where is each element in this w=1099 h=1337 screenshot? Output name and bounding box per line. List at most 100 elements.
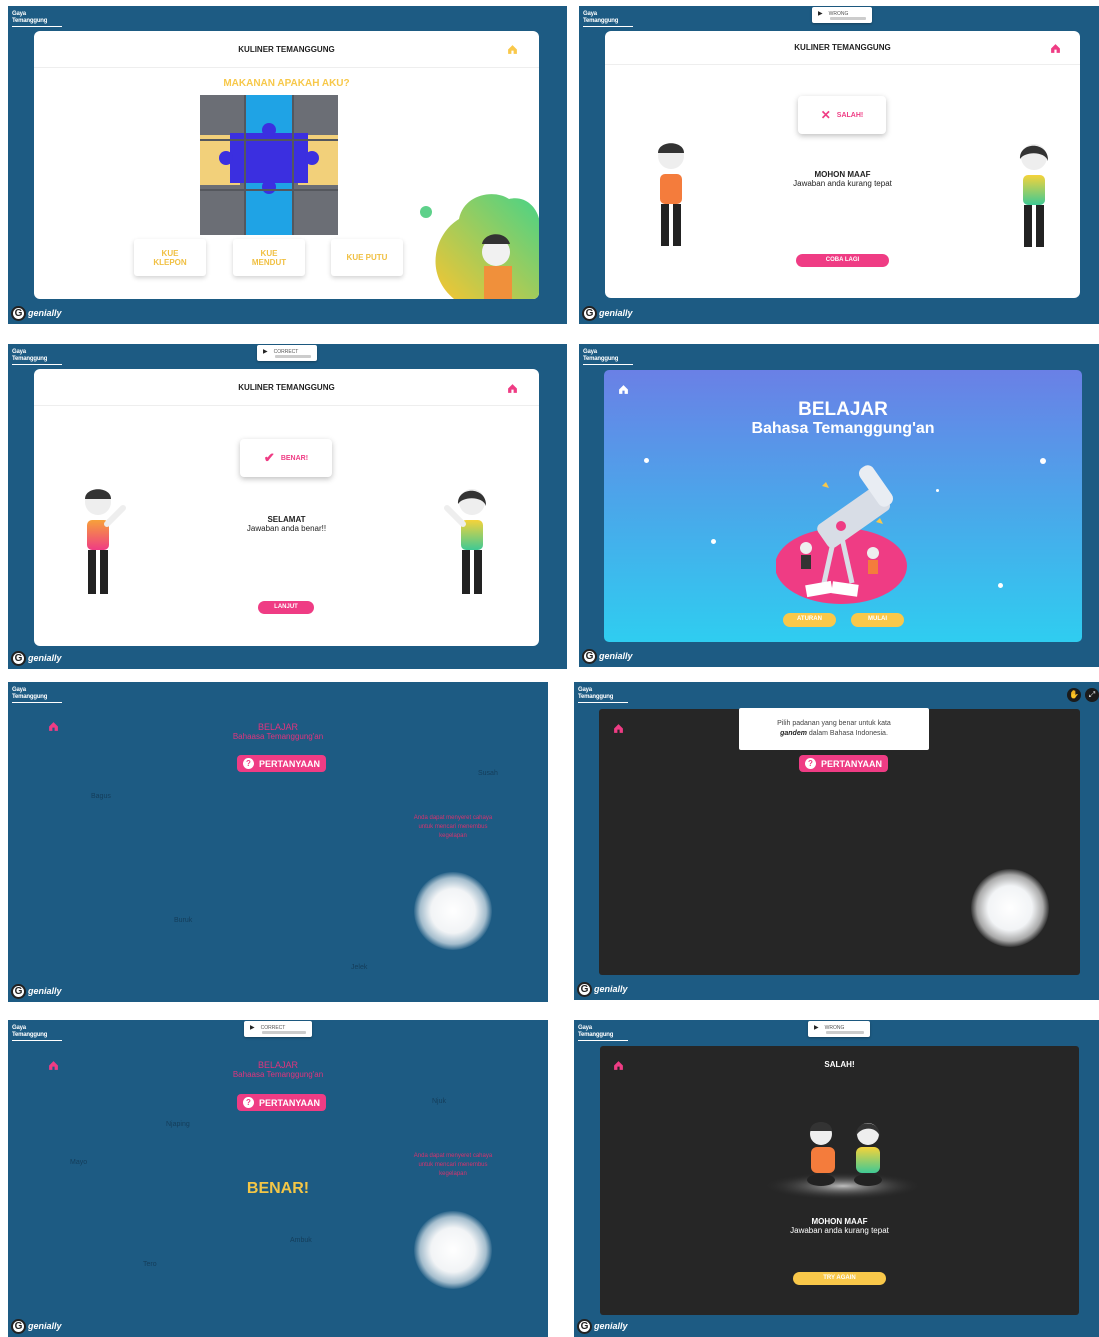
draggable-light[interactable] <box>414 872 492 950</box>
audio-player[interactable]: ▶ WRONG <box>808 1021 870 1037</box>
answer-button-mendut[interactable]: KUE MENDUT <box>233 239 305 276</box>
app-logo: Gaya Temanggung <box>583 349 635 369</box>
try-again-button[interactable]: TRY AGAIN <box>793 1272 886 1285</box>
panel-wrong-dark: Gaya Temanggung ▶ WRONG SALAH! MOHON MAAF J… <box>574 1020 1099 1337</box>
genially-badge[interactable]: Ggenially <box>577 1319 628 1334</box>
hidden-word[interactable]: Bagus <box>91 793 111 800</box>
title-card: BELAJAR Bahasa Temanggung'an ATURAN MULA… <box>604 370 1082 642</box>
panel-title-screen: Gaya Temanggung BELAJAR Bahasa Temanggung… <box>579 344 1099 667</box>
question-icon: ? <box>243 758 254 769</box>
genially-badge[interactable]: Ggenially <box>11 984 62 999</box>
home-icon[interactable] <box>613 721 624 733</box>
app-logo: Gaya Temanggung <box>12 687 64 707</box>
play-icon[interactable]: ▶ <box>263 349 268 355</box>
feedback-card: KULINER TEMANGGUNG ✔ BENAR! SELAMAT Jawaba… <box>34 369 539 646</box>
question-button[interactable]: ? PERTANYAAN <box>237 755 327 772</box>
hidden-word[interactable]: Susah <box>478 770 498 777</box>
app-logo: Gaya Temanggung <box>578 1025 630 1045</box>
telescope-illustration <box>776 465 907 604</box>
result-title: SALAH! <box>824 1060 855 1069</box>
page-title: KULINER TEMANGGUNG <box>605 31 1080 65</box>
home-icon[interactable] <box>507 381 518 393</box>
boy-character <box>658 143 684 246</box>
panel-quiz-question: Gaya Temanggung KULINER TEMANGGUNG MAKANA… <box>8 6 567 324</box>
result-correct: BENAR! <box>246 1180 310 1197</box>
app-logo: Gaya Temanggung <box>12 1025 64 1045</box>
x-icon: ✕ <box>820 108 831 122</box>
girl-character-waving <box>444 489 487 594</box>
genially-badge[interactable]: Ggenially <box>582 306 633 321</box>
wrong-feedback-box: ✕ SALAH! <box>798 96 886 134</box>
hidden-word[interactable]: Mayo <box>70 1159 87 1166</box>
hidden-word[interactable]: Njaping <box>166 1121 190 1128</box>
continue-button[interactable]: LANJUT <box>258 601 314 614</box>
correct-feedback-box: ✔ BENAR! <box>240 439 332 477</box>
star-dot <box>936 489 939 492</box>
drag-hint: Anda dapat menyeret cahaya untuk mencari… <box>413 1153 493 1177</box>
play-icon[interactable]: ▶ <box>818 11 823 17</box>
feedback-text: SELAMAT Jawaban anda benar!! <box>246 515 327 533</box>
star-dot <box>711 539 716 544</box>
audio-player[interactable]: ▶ CORRECT <box>257 345 317 361</box>
feedback-card: KULINER TEMANGGUNG ✕ SALAH! MOHON MAAF Jaw… <box>605 31 1080 298</box>
home-icon[interactable] <box>1050 41 1061 53</box>
genially-badge[interactable]: Ggenially <box>577 982 628 997</box>
hidden-word[interactable]: Ambuk <box>290 1237 312 1244</box>
genially-badge[interactable]: Ggenially <box>11 1319 62 1334</box>
section-title: BELAJAR Bahaasa Temanggung'an <box>232 722 324 741</box>
genially-badge[interactable]: Ggenially <box>11 651 62 666</box>
rules-button[interactable]: ATURAN <box>783 613 836 627</box>
main-title: BELAJAR Bahasa Temanggung'an <box>751 399 935 438</box>
app-logo: Gaya Temanggung <box>12 349 64 369</box>
question-button[interactable]: ? PERTANYAAN <box>237 1094 327 1111</box>
star-dot <box>1040 458 1046 464</box>
panel-correct-answer: Gaya Temanggung ▶ CORRECT KULINER TEMANGGU… <box>8 344 567 669</box>
hidden-word[interactable]: Jelek <box>351 964 367 971</box>
feedback-text: MOHON MAAF Jawaban anda kurang tepat <box>790 1217 889 1235</box>
play-icon[interactable]: ▶ <box>250 1025 255 1031</box>
sad-characters-illustration <box>763 1122 923 1200</box>
home-icon[interactable] <box>618 382 629 394</box>
hidden-word[interactable]: Njuk <box>432 1098 446 1105</box>
section-title: BELAJAR Bahaasa Temanggung'an <box>232 1060 324 1079</box>
check-icon: ✔ <box>263 450 275 465</box>
page-title: KULINER TEMANGGUNG <box>34 31 539 68</box>
panel-question-tooltip: Gaya Temanggung ✋ ⤢ ? PERTANYAAN Pilih pad… <box>574 682 1099 1000</box>
puzzle-image <box>200 95 338 235</box>
fullscreen-icon[interactable]: ⤢ <box>1085 688 1099 702</box>
hidden-word[interactable]: Tero <box>143 1261 157 1268</box>
star-dot <box>644 458 649 463</box>
start-button[interactable]: MULAI <box>851 613 904 627</box>
drag-hint: Anda dapat menyeret cahaya untuk mencari… <box>413 815 493 839</box>
quiz-card: KULINER TEMANGGUNG MAKANAN APAKAH AKU? K… <box>34 31 539 299</box>
answer-button-putu[interactable]: KUE PUTU <box>331 239 403 276</box>
draggable-light[interactable] <box>971 869 1049 947</box>
draggable-light[interactable] <box>414 1211 492 1289</box>
dark-stage: SALAH! MOHON MAAF Jawaban anda kurang tep… <box>600 1046 1079 1315</box>
question-icon: ? <box>805 758 816 769</box>
girl-character <box>1019 144 1049 247</box>
play-icon[interactable]: ▶ <box>814 1025 819 1031</box>
app-logo: Gaya Temanggung <box>12 11 64 31</box>
audio-player[interactable]: ▶ CORRECT <box>244 1021 312 1037</box>
audio-player[interactable]: ▶ WRONG <box>812 7 872 23</box>
question-heading: MAKANAN APAKAH AKU? <box>223 78 350 89</box>
home-icon[interactable] <box>48 1058 59 1070</box>
app-logo: Gaya Temanggung <box>578 687 630 707</box>
page-title: KULINER TEMANGGUNG <box>34 369 539 406</box>
panel-correct-search: Gaya Temanggung ▶ CORRECT BELAJAR Bahaasa T… <box>8 1020 548 1337</box>
app-logo: Gaya Temanggung <box>583 11 635 31</box>
hand-icon[interactable]: ✋ <box>1067 688 1081 702</box>
question-tooltip: Pilih padanan yang benar untuk kata gand… <box>739 708 929 750</box>
home-icon[interactable] <box>48 719 59 731</box>
answer-button-klepon[interactable]: KUE KLEPON <box>134 239 206 276</box>
hidden-word[interactable]: Buruk <box>174 917 192 924</box>
genially-badge[interactable]: Ggenially <box>582 649 633 664</box>
decorative-blob-character <box>420 194 539 299</box>
genially-badge[interactable]: Ggenially <box>11 306 62 321</box>
panel-wrong-answer: Gaya Temanggung ▶ WRONG KULINER TEMANGGUNG… <box>579 6 1099 324</box>
home-icon[interactable] <box>507 42 518 54</box>
question-button[interactable]: ? PERTANYAAN <box>799 755 889 772</box>
panel-dark-search: Gaya Temanggung BELAJAR Bahaasa Temanggung… <box>8 682 548 1002</box>
try-again-button[interactable]: COBA LAGI <box>796 254 889 267</box>
